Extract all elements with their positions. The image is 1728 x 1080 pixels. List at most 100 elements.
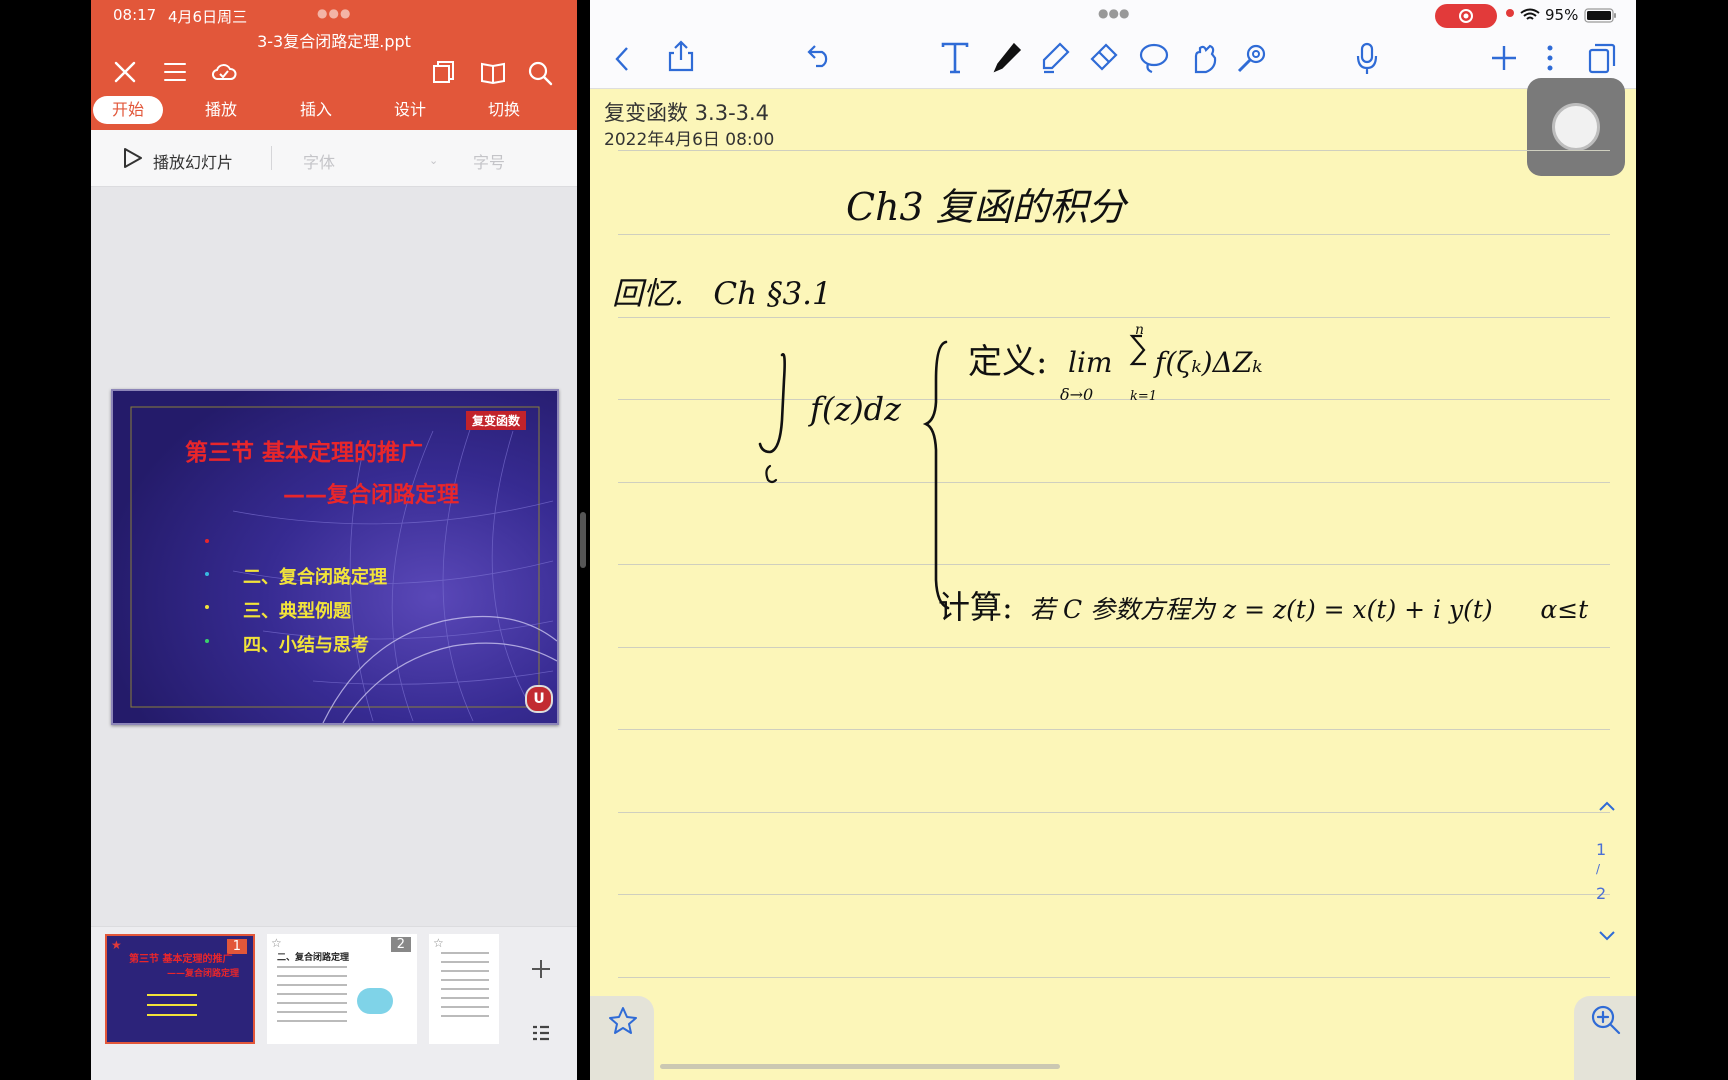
favorite-button[interactable]: [590, 996, 654, 1080]
text-tool-icon[interactable]: [940, 42, 970, 74]
font-size-select[interactable]: 字号: [473, 149, 505, 173]
slide-subtitle: ——复合闭路定理: [283, 483, 460, 508]
toolbar-divider: [271, 146, 272, 170]
add-page-icon[interactable]: [1490, 44, 1518, 72]
add-slide-icon[interactable]: [531, 959, 551, 979]
tab-transition[interactable]: 切换: [469, 96, 539, 124]
slide-title: 第三节 基本定理的推广: [185, 440, 424, 466]
tab-design[interactable]: 设计: [375, 96, 445, 124]
ruled-line: [618, 150, 1610, 151]
elements-tool-icon[interactable]: [1188, 42, 1218, 74]
ruled-line: [618, 729, 1610, 730]
star-icon: [609, 1007, 637, 1034]
split-view-handle[interactable]: [580, 512, 586, 568]
pen-tool-icon[interactable]: [992, 42, 1022, 74]
wifi-icon: [1520, 8, 1540, 20]
handwritten-integral-diagram: n k=1 f(z)dz lim δ→0 f(ζₖ)ΔZₖ: [758, 322, 1263, 610]
notes-app: ●●● 95% 复变函数 3.3-3.4 2022年4月6日 08:00 Ch3…: [590, 0, 1636, 1080]
svg-text:f(z)dz: f(z)dz: [808, 390, 902, 428]
ribbon-tabs: 开始 播放 插入 设计 切换: [91, 96, 577, 126]
slide-item: 二、复合闭路定理: [243, 567, 387, 588]
tab-insert[interactable]: 插入: [281, 96, 351, 124]
slide-thumbnails: ★ 1 第三节 基本定理的推广 ——复合闭路定理 ☆ 2 二、复合闭路定理 ☆: [91, 926, 577, 1080]
thumbnail-image: [357, 988, 393, 1014]
record-icon: [1459, 9, 1473, 23]
ruled-line: [618, 812, 1610, 813]
ruled-line: [618, 234, 1610, 235]
thumbnail-number: 2: [390, 937, 411, 952]
play-icon[interactable]: [121, 147, 143, 169]
zoom-button[interactable]: [1574, 996, 1636, 1080]
handwritten-definition-label: 定义:: [968, 342, 1048, 382]
undo-icon[interactable]: [806, 44, 834, 68]
zoom-in-icon: [1591, 1005, 1621, 1035]
tab-play[interactable]: 播放: [186, 96, 256, 124]
star-icon: ★: [111, 938, 122, 952]
back-chevron-icon[interactable]: [614, 46, 630, 72]
current-page-number: 1: [1596, 840, 1607, 859]
bullet-dot: [205, 572, 209, 576]
svg-text:lim: lim: [1068, 346, 1112, 379]
ruled-line: [618, 977, 1610, 978]
current-slide[interactable]: 复变函数 第三节 基本定理的推广 ——复合闭路定理 二、复合闭路定理 三、典型例…: [111, 389, 559, 725]
assistive-touch-button[interactable]: [1527, 78, 1625, 176]
microphone-icon[interactable]: [1356, 42, 1378, 76]
battery-percent: 95%: [1545, 6, 1579, 24]
font-chevron-icon: ⌄: [429, 154, 439, 167]
eraser-tool-icon[interactable]: [1088, 42, 1118, 74]
scroll-indicator: [660, 1064, 1060, 1069]
share-icon[interactable]: [668, 40, 694, 72]
recording-dot: [1506, 9, 1514, 17]
thumbnail-lines: [441, 952, 489, 954]
lasso-tool-icon[interactable]: [1138, 42, 1170, 74]
slide-badge: 复变函数: [466, 411, 527, 430]
handwritten-recall: 回忆. Ch §3.1: [612, 276, 832, 312]
read-mode-book-icon[interactable]: [480, 60, 506, 84]
bullet-dot: [205, 605, 209, 609]
menu-icon[interactable]: [163, 61, 187, 83]
svg-text:n: n: [1135, 322, 1144, 338]
ruled-line: [618, 647, 1610, 648]
tab-home[interactable]: 开始: [93, 96, 163, 124]
search-icon[interactable]: [527, 60, 553, 86]
svg-text:δ→0: δ→0: [1060, 385, 1093, 404]
total-page-number: 2: [1596, 884, 1607, 903]
thumbnail-slide-2[interactable]: ☆ 2 二、复合闭路定理: [267, 934, 417, 1044]
handwritten-calculation-text: 若 C 参数方程为 z = z(t) = x(t) + i y(t) α≤t: [1030, 595, 1589, 624]
thumbnail-slide-1[interactable]: ★ 1 第三节 基本定理的推广 ——复合闭路定理: [105, 934, 255, 1044]
grid-view-icon[interactable]: [532, 1025, 550, 1041]
multitask-dots-icon[interactable]: ●●●: [317, 6, 351, 20]
cloud-sync-icon[interactable]: [211, 60, 237, 84]
font-select[interactable]: 字体: [303, 149, 335, 173]
ruled-line: [618, 317, 1610, 318]
slide-item: 四、小结与思考: [243, 635, 369, 656]
copy-pages-icon[interactable]: [432, 60, 456, 84]
page-up-chevron-icon[interactable]: [1598, 800, 1616, 812]
thumbnail-slide-3[interactable]: ☆: [429, 934, 499, 1044]
page-down-chevron-icon[interactable]: [1598, 930, 1616, 942]
multitask-dots-icon[interactable]: ●●●: [1098, 6, 1129, 20]
note-title[interactable]: 复变函数 3.3-3.4: [604, 97, 769, 127]
play-slideshow-button[interactable]: 播放幻灯片: [153, 149, 233, 173]
laser-pointer-icon[interactable]: [1236, 42, 1268, 74]
thumbnail-lines: [277, 966, 347, 968]
ruled-line: [618, 894, 1610, 895]
ppt-header: 08:17 4月6日周三 ●●● 3-3复合闭路定理.ppt 开始 播放 插入: [91, 0, 577, 130]
close-icon[interactable]: [113, 60, 137, 84]
star-icon: ☆: [271, 936, 282, 950]
svg-text:f(ζₖ)ΔZₖ: f(ζₖ)ΔZₖ: [1153, 346, 1263, 379]
page-separator: /: [1596, 862, 1601, 876]
page-overview-icon[interactable]: [1588, 42, 1616, 74]
more-options-icon[interactable]: [1546, 44, 1554, 72]
ppt-toolbar: 播放幻灯片 字体 ⌄ 字号: [91, 130, 577, 187]
highlighter-tool-icon[interactable]: [1040, 42, 1070, 74]
thumbnail-subtitle: ——复合闭路定理: [167, 969, 240, 979]
battery-icon: [1584, 8, 1616, 23]
status-date: 4月6日周三: [168, 8, 248, 26]
thumbnail-lines: [147, 994, 197, 996]
file-title: 3-3复合闭路定理.ppt: [257, 32, 411, 51]
screen-recording-indicator[interactable]: [1435, 4, 1497, 28]
bullet-dot: [205, 639, 209, 643]
notes-toolbar: ●●● 95%: [590, 0, 1636, 89]
slide-item: 三、典型例题: [243, 601, 351, 622]
